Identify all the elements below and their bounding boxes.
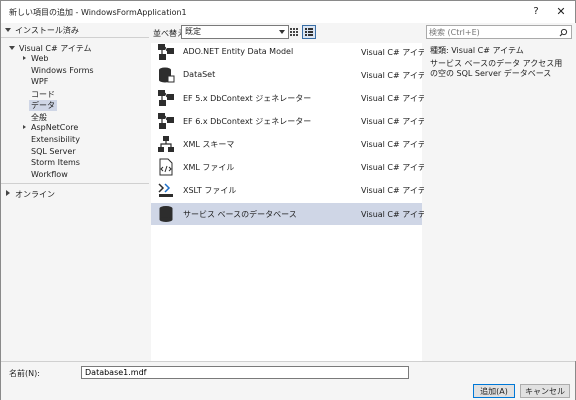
dataset-icon xyxy=(159,67,175,83)
tree-item-workflow[interactable]: Workflow xyxy=(31,170,68,179)
grid-view-icon xyxy=(290,28,298,36)
window-title: 新しい項目の追加 - WindowsFormApplication1 xyxy=(9,8,187,17)
tree-item-wpf[interactable]: WPF xyxy=(31,77,48,86)
list-view-icon xyxy=(305,28,313,36)
chevron-down-icon xyxy=(279,30,285,34)
item-category: Visual C# アイテム xyxy=(361,140,434,149)
search-icon[interactable] xyxy=(559,28,568,37)
add-new-item-dialog: 新しい項目の追加 - WindowsFormApplication1 ? ✕ イ… xyxy=(0,0,576,400)
xml-schema-icon xyxy=(158,136,174,152)
type-info: 種類: Visual C# アイテム xyxy=(430,45,524,56)
item-name: EF 5.x DbContext ジェネレーター xyxy=(183,94,312,103)
sort-dropdown[interactable]: 既定 xyxy=(181,25,289,39)
name-label: 名前(N): xyxy=(9,369,40,378)
list-item[interactable]: XSLT ファイル Visual C# アイテム xyxy=(151,179,433,201)
tree-divider xyxy=(1,183,149,184)
list-item[interactable]: DataSet Visual C# アイテム xyxy=(151,64,433,86)
expand-arrow-icon[interactable] xyxy=(23,125,26,129)
item-name: EF 6.x DbContext ジェネレーター xyxy=(183,117,312,126)
database-icon xyxy=(159,206,173,222)
category-tree: インストール済み Visual C# アイテム Web Windows Form… xyxy=(1,23,149,361)
xml-file-icon xyxy=(159,158,173,176)
tree-header-installed[interactable]: インストール済み xyxy=(15,25,79,36)
tree-item-visual-csharp[interactable]: Visual C# アイテム xyxy=(19,43,91,54)
item-name: XSLT ファイル xyxy=(183,186,237,195)
small-icons-view-button[interactable] xyxy=(287,25,301,39)
collapse-arrow-icon[interactable] xyxy=(5,28,11,32)
list-item[interactable]: XML ファイル Visual C# アイテム xyxy=(151,156,433,178)
item-name: ADO.NET Entity Data Model xyxy=(183,47,294,56)
tree-item-storm-items[interactable]: Storm Items xyxy=(31,158,80,167)
type-label: 種類: xyxy=(430,46,449,55)
name-field[interactable] xyxy=(81,366,409,379)
tree-item-web[interactable]: Web xyxy=(31,54,48,63)
add-button[interactable]: 追加(A) xyxy=(473,384,515,398)
item-category: Visual C# アイテム xyxy=(361,48,434,57)
close-button[interactable]: ✕ xyxy=(551,3,571,21)
list-item[interactable]: XML スキーマ Visual C# アイテム xyxy=(151,133,433,155)
title-bar: 新しい項目の追加 - WindowsFormApplication1 ? ✕ xyxy=(1,1,575,23)
list-item[interactable]: ADO.NET Entity Data Model Visual C# アイテム xyxy=(151,41,433,63)
list-item[interactable]: EF 6.x DbContext ジェネレーター Visual C# アイテム xyxy=(151,110,433,132)
bottom-bar: 名前(N): 追加(A) キャンセル xyxy=(1,361,575,400)
help-button[interactable]: ? xyxy=(526,3,546,21)
tree-divider xyxy=(1,37,149,38)
item-name: サービス ベースのデータベース xyxy=(183,210,297,219)
tree-item-extensibility[interactable]: Extensibility xyxy=(31,135,80,144)
item-category: Visual C# アイテム xyxy=(361,210,434,219)
item-name: DataSet xyxy=(183,70,216,79)
item-category: Visual C# アイテム xyxy=(361,94,434,103)
sort-toolbar: 並べ替え: 既定 xyxy=(151,23,422,43)
item-name: XML ファイル xyxy=(183,163,235,172)
item-category: Visual C# アイテム xyxy=(361,71,434,80)
list-item[interactable]: EF 5.x DbContext ジェネレーター Visual C# アイテム xyxy=(151,87,433,109)
tree-item-online[interactable]: オンライン xyxy=(15,189,55,200)
tree-item-windows-forms[interactable]: Windows Forms xyxy=(31,66,94,75)
search-input[interactable] xyxy=(429,26,555,38)
expand-arrow-icon[interactable] xyxy=(23,56,26,60)
expand-arrow-icon[interactable] xyxy=(6,190,10,196)
search-box[interactable] xyxy=(426,25,572,39)
item-category: Visual C# アイテム xyxy=(361,117,434,126)
xslt-file-icon xyxy=(158,183,173,197)
sort-value: 既定 xyxy=(185,27,201,36)
tree-item-data[interactable]: データ xyxy=(29,100,57,111)
description-text: サービス ベースのデータ アクセス用の空の SQL Server データベース xyxy=(430,59,563,78)
tree-item-general[interactable]: 全般 xyxy=(31,112,47,123)
tree-item-sql-server[interactable]: SQL Server xyxy=(31,147,76,156)
cancel-button[interactable]: キャンセル xyxy=(520,384,570,398)
list-item-selected[interactable]: サービス ベースのデータベース Visual C# アイテム xyxy=(151,203,433,225)
item-category: Visual C# アイテム xyxy=(361,186,434,195)
collapse-arrow-icon[interactable] xyxy=(9,46,15,50)
entity-model-icon xyxy=(158,44,174,60)
ef-generator-icon xyxy=(158,90,174,106)
ef-generator-icon xyxy=(158,113,174,129)
type-value: Visual C# アイテム xyxy=(451,46,524,55)
item-category: Visual C# アイテム xyxy=(361,163,434,172)
list-view-button[interactable] xyxy=(302,25,316,39)
tree-item-code[interactable]: コード xyxy=(31,89,55,100)
details-pane: 種類: Visual C# アイテム サービス ベースのデータ アクセス用の空の… xyxy=(424,23,576,361)
item-name: XML スキーマ xyxy=(183,140,235,149)
tree-item-aspnetcore[interactable]: AspNetCore xyxy=(31,123,78,132)
